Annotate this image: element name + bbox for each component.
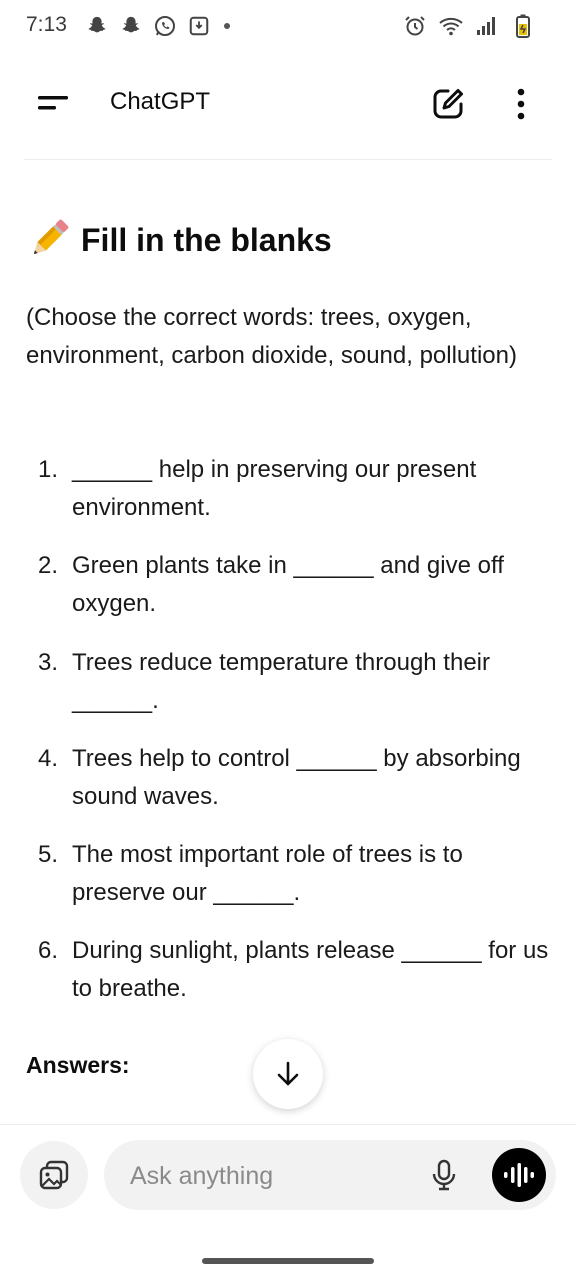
arrow-down-icon [277, 1061, 299, 1086]
more-options-button[interactable] [504, 84, 538, 124]
header-divider [24, 159, 552, 160]
question-text: Green plants take in ______ and give off… [72, 552, 504, 617]
input-placeholder: Ask anything [130, 1162, 274, 1190]
composer-divider [0, 1124, 576, 1125]
question-text: Trees reduce temperature through their _… [72, 649, 490, 714]
message-heading: Fill in the blanks [26, 218, 332, 262]
microphone-button[interactable] [426, 1157, 462, 1193]
question-number: 2. [38, 552, 59, 579]
app-header: ChatGPT [0, 58, 576, 148]
question-number: 3. [38, 649, 59, 676]
notification-icons [84, 13, 230, 39]
voice-mode-button[interactable] [492, 1148, 546, 1202]
snapchat-icon [84, 13, 110, 39]
home-indicator[interactable] [202, 1258, 374, 1264]
question-text: Trees help to control ______ by absorbin… [72, 745, 521, 810]
status-bar: 7:13 [0, 0, 576, 52]
heading-text: Fill in the blanks [81, 221, 332, 258]
image-gallery-icon [39, 1160, 69, 1190]
question-number: 1. [38, 456, 59, 483]
app-title[interactable]: ChatGPT [110, 88, 210, 116]
instructions-text: (Choose the correct words: trees, oxygen… [26, 304, 517, 369]
message-input[interactable]: Ask anything [104, 1140, 556, 1210]
battery-icon [510, 13, 536, 39]
question-number: 4. [38, 745, 59, 772]
question-text: The most important role of trees is to p… [72, 841, 463, 906]
whatsapp-icon [152, 13, 178, 39]
wifi-icon [438, 13, 464, 39]
more-vertical-icon [517, 88, 525, 120]
status-time: 7:13 [26, 13, 67, 36]
question-text: ______ help in preserving our present en… [72, 456, 477, 521]
question-number: 6. [38, 937, 59, 964]
new-chat-button[interactable] [428, 84, 468, 124]
microphone-icon [432, 1159, 456, 1191]
menu-icon [38, 96, 68, 110]
pencil-icon [26, 218, 70, 262]
signal-icon [474, 13, 500, 39]
alarm-icon [402, 13, 428, 39]
snapchat-icon [118, 13, 144, 39]
download-box-icon [186, 13, 212, 39]
system-icons [402, 13, 536, 39]
sidebar-menu-button[interactable] [36, 88, 72, 118]
question-text: During sunlight, plants release ______ f… [72, 937, 549, 1002]
edit-icon [433, 89, 463, 119]
attach-image-button[interactable] [20, 1141, 88, 1209]
voice-waveform-icon [504, 1163, 534, 1187]
scroll-to-bottom-button[interactable] [253, 1039, 323, 1109]
more-notifications-dot [224, 23, 230, 29]
answers-heading: Answers: [26, 1052, 130, 1078]
question-number: 5. [38, 841, 59, 868]
